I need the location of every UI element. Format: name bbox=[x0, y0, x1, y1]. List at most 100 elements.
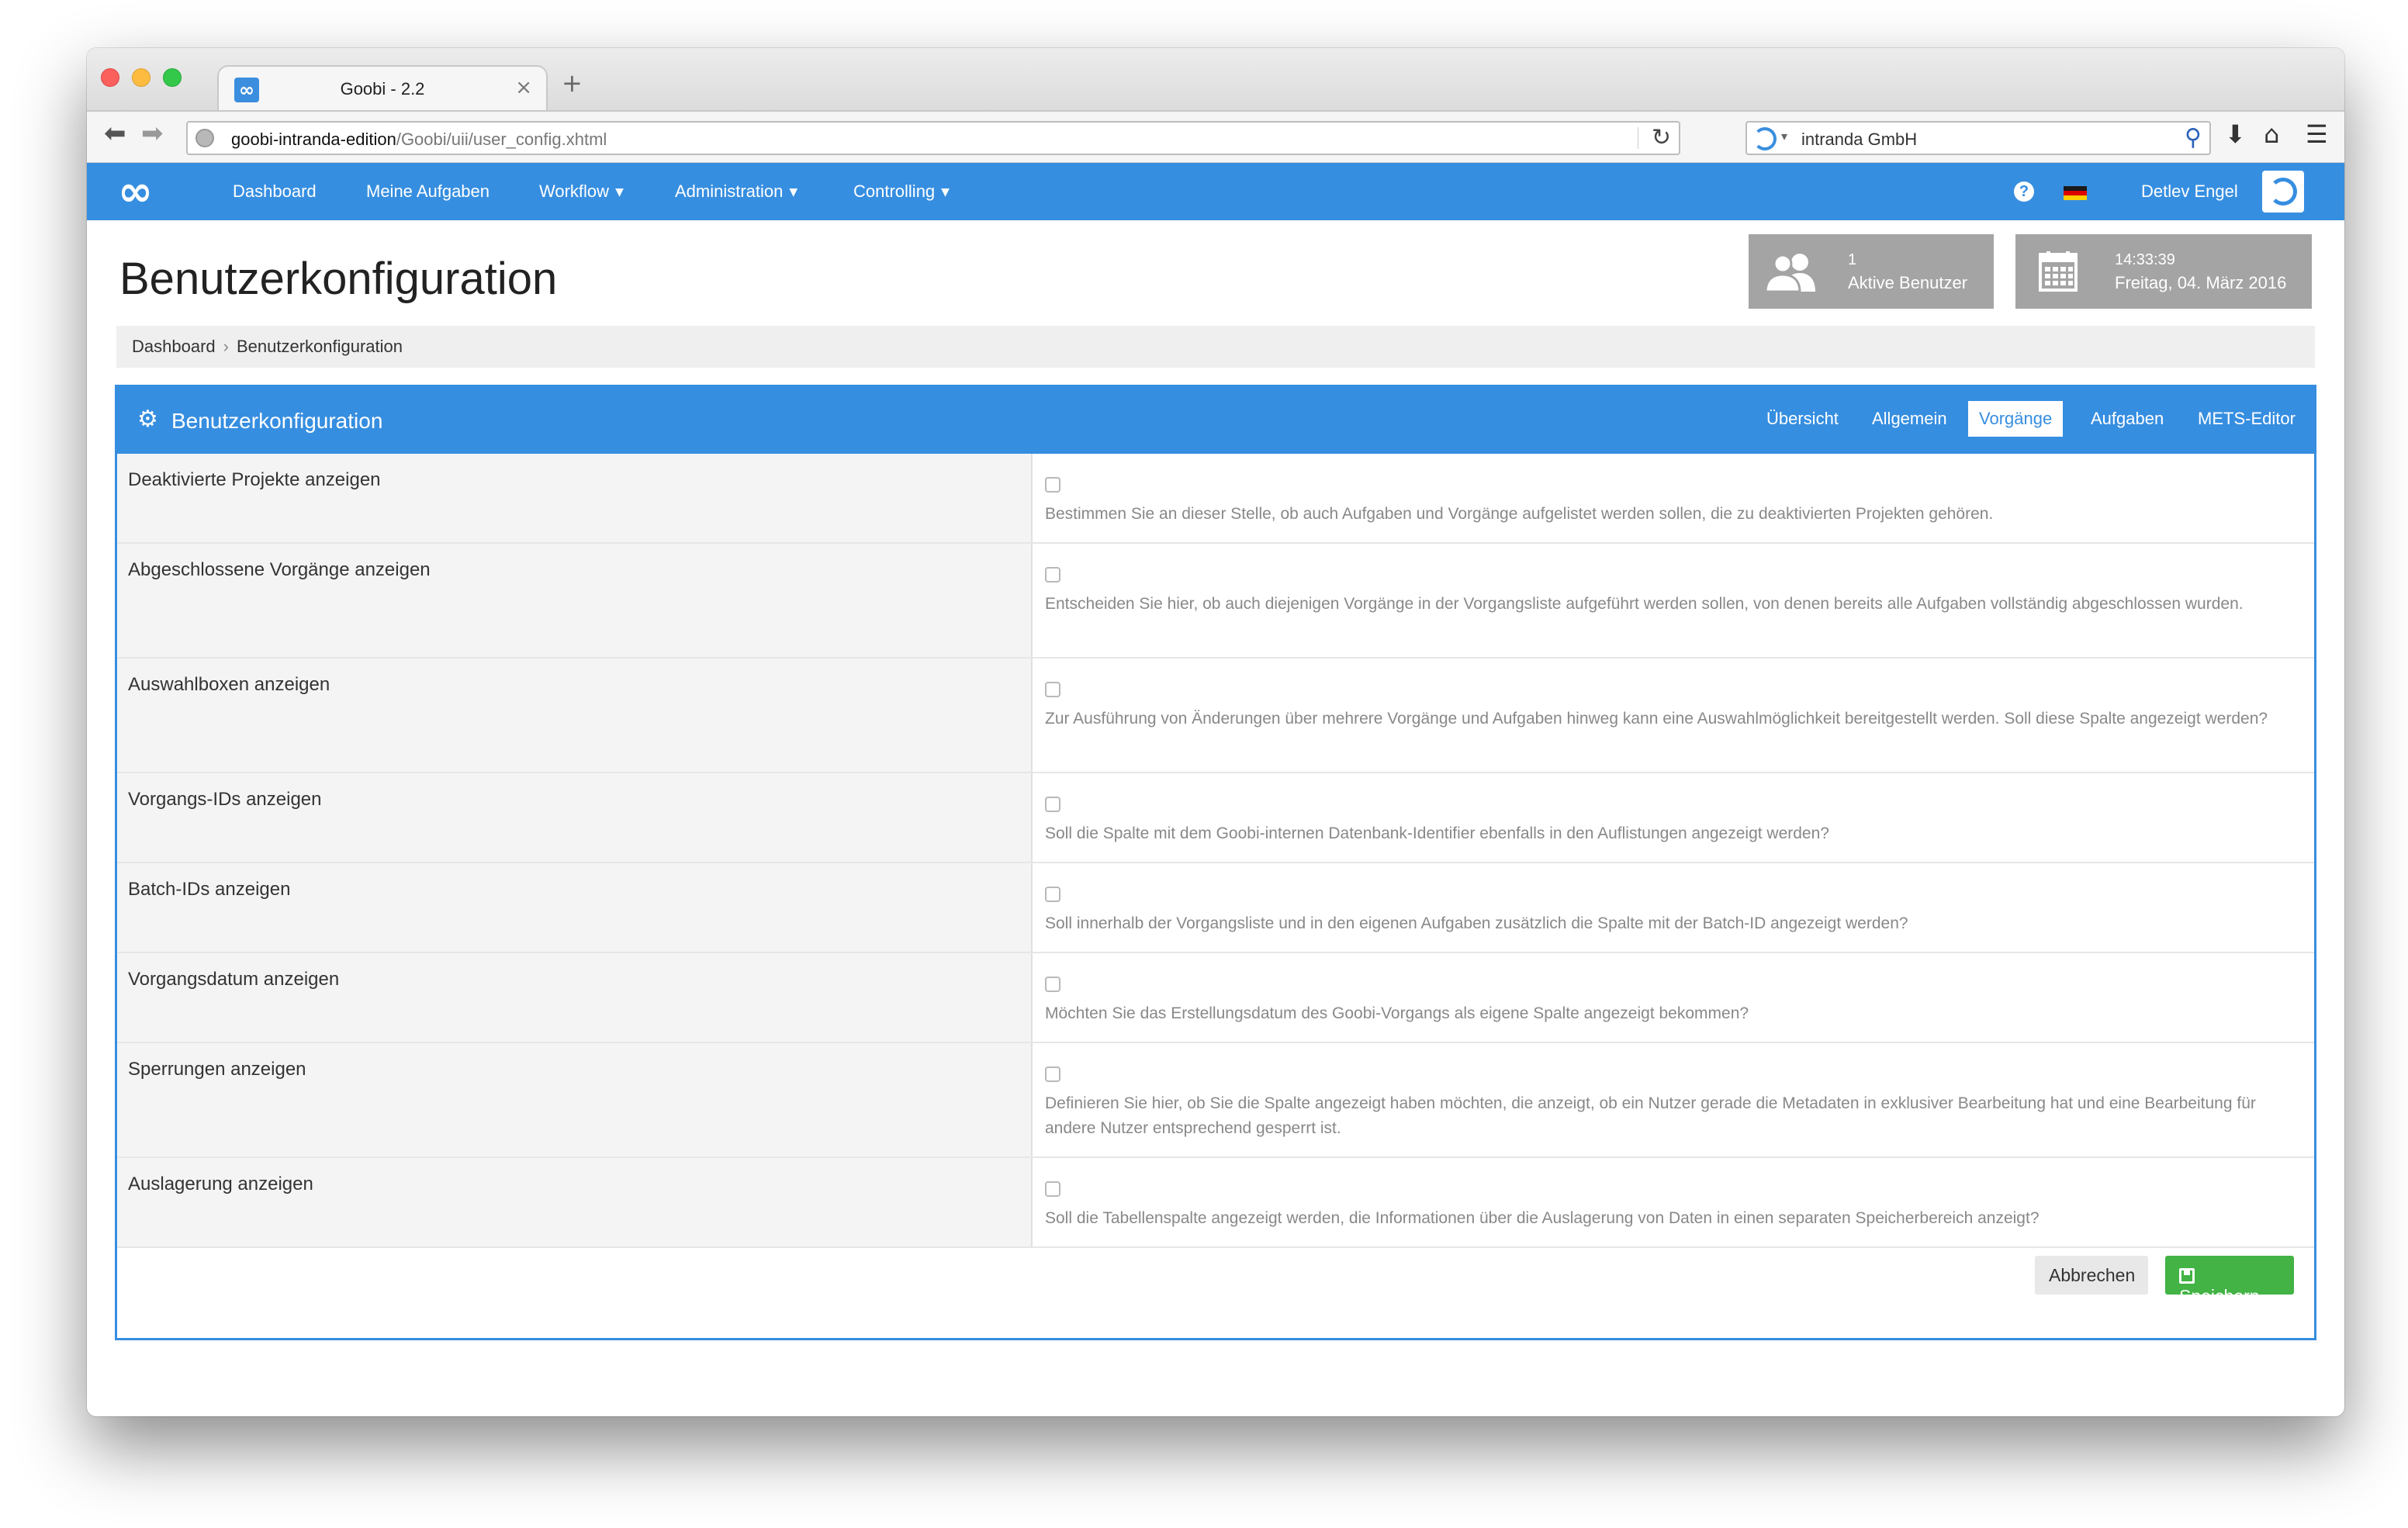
reload-icon[interactable]: ↻ bbox=[1652, 124, 1671, 151]
cancel-button[interactable]: Abbrechen bbox=[2035, 1256, 2148, 1295]
back-arrow-icon[interactable]: ⬅ bbox=[104, 118, 126, 149]
setting-row: Abgeschlossene Vorgänge anzeigen Entsche… bbox=[117, 544, 2314, 659]
title-bar: ∞ Goobi - 2.2 × + bbox=[87, 48, 2344, 112]
download-icon[interactable]: ⬇ bbox=[2225, 119, 2246, 149]
setting-help-text: Soll innerhalb der Vorgangsliste und in … bbox=[1045, 914, 1908, 932]
nav-workflow[interactable]: Workflow ▼ bbox=[539, 181, 624, 202]
setting-label: Sperrungen anzeigen bbox=[117, 1043, 1033, 1156]
active-users-count: 1 bbox=[1848, 251, 1857, 268]
help-icon[interactable]: ? bbox=[2014, 181, 2034, 202]
breadcrumb-separator: › bbox=[223, 337, 229, 356]
panel-title: Benutzerkonfiguration bbox=[171, 409, 383, 433]
tab-uebersicht[interactable]: Übersicht bbox=[1756, 401, 1849, 437]
browser-tab[interactable]: ∞ Goobi - 2.2 × bbox=[217, 65, 548, 112]
setting-row: Vorgangsdatum anzeigen Möchten Sie das E… bbox=[117, 953, 2314, 1043]
setting-checkbox[interactable] bbox=[1045, 887, 1060, 902]
zoom-window-button[interactable] bbox=[163, 68, 182, 87]
clock-time: 14:33:39 bbox=[2115, 251, 2175, 268]
nav-dashboard[interactable]: Dashboard bbox=[233, 181, 317, 202]
url-path: /Goobi/uii/user_config.xhtml bbox=[396, 130, 607, 149]
nav-controlling[interactable]: Controlling ▼ bbox=[853, 181, 950, 202]
setting-checkbox[interactable] bbox=[1045, 1066, 1060, 1082]
search-engine-label[interactable]: intranda GmbH bbox=[1801, 130, 1917, 150]
gear-icon: ⚙ bbox=[137, 406, 158, 433]
setting-checkbox[interactable] bbox=[1045, 977, 1060, 992]
active-users-box: 1 Aktive Benutzer bbox=[1749, 234, 1994, 309]
setting-label: Abgeschlossene Vorgänge anzeigen bbox=[117, 544, 1033, 657]
setting-label: Vorgangs-IDs anzeigen bbox=[117, 773, 1033, 862]
menu-icon[interactable]: ☰ bbox=[2306, 119, 2328, 149]
nav-meine-aufgaben[interactable]: Meine Aufgaben bbox=[366, 181, 490, 202]
setting-value: Soll innerhalb der Vorgangsliste und in … bbox=[1034, 863, 2314, 952]
setting-value: Soll die Spalte mit dem Goobi-internen D… bbox=[1034, 773, 2314, 862]
active-users-label: Aktive Benutzer bbox=[1848, 273, 1968, 292]
users-icon bbox=[1764, 254, 1815, 293]
tab-allgemein[interactable]: Allgemein bbox=[1861, 401, 1958, 437]
search-icon[interactable]: ⚲ bbox=[2185, 124, 2202, 151]
setting-value: Möchten Sie das Erstellungsdatum des Goo… bbox=[1034, 953, 2314, 1042]
chevron-down-icon: ▼ bbox=[615, 186, 624, 199]
page-title: Benutzerkonfiguration bbox=[119, 254, 558, 304]
setting-help-text: Möchten Sie das Erstellungsdatum des Goo… bbox=[1045, 1004, 1749, 1022]
tab-title: Goobi - 2.2 bbox=[340, 79, 425, 99]
setting-checkbox[interactable] bbox=[1045, 1181, 1060, 1197]
home-icon[interactable]: ⌂ bbox=[2264, 119, 2279, 149]
url-bar[interactable]: goobi-intranda-edition/Goobi/uii/user_co… bbox=[186, 121, 1680, 155]
close-window-button[interactable] bbox=[101, 68, 119, 87]
config-panel: ⚙ Benutzerkonfiguration Übersicht Allgem… bbox=[115, 385, 2316, 1340]
globe-icon bbox=[195, 129, 214, 147]
setting-label: Batch-IDs anzeigen bbox=[117, 863, 1033, 952]
search-engine-caret-icon[interactable]: ▾ bbox=[1781, 129, 1787, 143]
save-button[interactable]: Speichern bbox=[2165, 1256, 2294, 1306]
breadcrumb: Dashboard › Benutzerkonfiguration bbox=[116, 326, 2315, 368]
setting-help-text: Soll die Tabellenspalte angezeigt werden… bbox=[1045, 1209, 2040, 1227]
setting-help-text: Bestimmen Sie an dieser Stelle, ob auch … bbox=[1045, 505, 1994, 523]
nav-label: Meine Aufgaben bbox=[366, 181, 490, 201]
forward-arrow-icon[interactable]: ➡ bbox=[141, 118, 164, 149]
search-engine-icon[interactable] bbox=[1753, 127, 1777, 150]
setting-label: Vorgangsdatum anzeigen bbox=[117, 953, 1033, 1042]
search-bar[interactable]: ▾ intranda GmbH ⚲ bbox=[1745, 121, 2211, 155]
nav-administration[interactable]: Administration ▼ bbox=[675, 181, 797, 202]
setting-checkbox[interactable] bbox=[1045, 567, 1060, 583]
user-name[interactable]: Detlev Engel bbox=[2141, 181, 2238, 202]
tab-vorgaenge[interactable]: Vorgänge bbox=[1968, 401, 2064, 437]
url-host: goobi-intranda-edition bbox=[231, 130, 396, 149]
setting-checkbox[interactable] bbox=[1045, 477, 1060, 493]
setting-value: Zur Ausführung von Änderungen über mehre… bbox=[1034, 659, 2314, 772]
setting-row: Auswahlboxen anzeigen Zur Ausführung von… bbox=[117, 659, 2314, 773]
minimize-window-button[interactable] bbox=[132, 68, 150, 87]
breadcrumb-dashboard-link[interactable]: Dashboard bbox=[132, 337, 216, 356]
url-text[interactable]: goobi-intranda-edition/Goobi/uii/user_co… bbox=[231, 130, 607, 150]
nav-label: Workflow bbox=[539, 181, 610, 201]
new-tab-button[interactable]: + bbox=[562, 68, 583, 98]
setting-help-text: Zur Ausführung von Änderungen über mehre… bbox=[1045, 710, 2268, 728]
setting-checkbox[interactable] bbox=[1045, 682, 1060, 697]
setting-checkbox[interactable] bbox=[1045, 797, 1060, 812]
german-flag-icon[interactable] bbox=[2064, 186, 2087, 200]
calendar-icon bbox=[2039, 251, 2078, 292]
setting-row: Sperrungen anzeigen Definieren Sie hier,… bbox=[117, 1043, 2314, 1158]
save-button-label: Speichern bbox=[2179, 1286, 2260, 1306]
setting-label: Auswahlboxen anzeigen bbox=[117, 659, 1033, 772]
setting-value: Definieren Sie hier, ob Sie die Spalte a… bbox=[1034, 1043, 2314, 1156]
goobi-logo-icon[interactable]: ∞ bbox=[118, 171, 153, 213]
user-avatar-icon[interactable] bbox=[2262, 171, 2304, 213]
tab-mets-editor[interactable]: METS-Editor bbox=[2187, 401, 2306, 437]
nav-label: Controlling bbox=[853, 181, 936, 201]
setting-help-text: Entscheiden Sie hier, ob auch diejenigen… bbox=[1045, 595, 2244, 613]
setting-row: Deaktivierte Projekte anzeigen Bestimmen… bbox=[117, 454, 2314, 544]
panel-header: ⚙ Benutzerkonfiguration Übersicht Allgem… bbox=[117, 387, 2314, 454]
browser-toolbar: ⬅ ➡ goobi-intranda-edition/Goobi/uii/use… bbox=[87, 110, 2344, 163]
nav-label: Administration bbox=[675, 181, 784, 201]
breadcrumb-current: Benutzerkonfiguration bbox=[236, 337, 403, 356]
setting-help-text: Soll die Spalte mit dem Goobi-internen D… bbox=[1045, 824, 1829, 842]
tab-aufgaben[interactable]: Aufgaben bbox=[2080, 401, 2174, 437]
chevron-down-icon: ▼ bbox=[789, 186, 798, 199]
browser-window: ∞ Goobi - 2.2 × + ⬅ ➡ goobi-intranda-edi… bbox=[87, 48, 2344, 1416]
clock-box: 14:33:39 Freitag, 04. März 2016 bbox=[2015, 234, 2312, 309]
tab-close-icon[interactable]: × bbox=[515, 76, 532, 99]
save-icon bbox=[2179, 1268, 2195, 1284]
setting-value: Entscheiden Sie hier, ob auch diejenigen… bbox=[1034, 544, 2314, 657]
setting-row: Batch-IDs anzeigen Soll innerhalb der Vo… bbox=[117, 863, 2314, 953]
